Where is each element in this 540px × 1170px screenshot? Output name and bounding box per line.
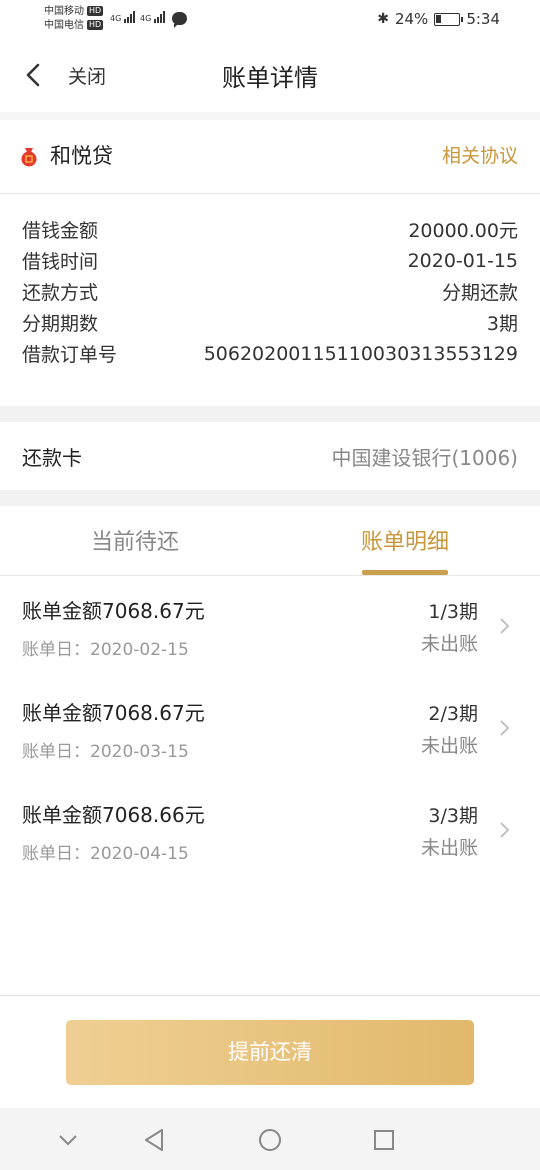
header: 关闭 账单详情 [0,40,540,112]
related-agreement-link[interactable]: 相关协议 [442,141,518,168]
tab-bar: 当前待还 账单明细 [0,506,540,576]
carrier-info: 中国移动 HD 中国电信 HD [44,5,104,33]
info-value: 2020-01-15 [407,249,518,272]
info-value: 分期还款 [441,282,518,304]
list-item[interactable]: 账单金额7068.67元 账单日：2020-03-15 2/3期 未出账 [0,679,540,781]
divider [0,490,540,506]
money-bag-icon [21,148,37,167]
card-value: 中国建设银行(1006) [331,446,518,470]
info-value: 50620200115110030313553129 [203,342,518,365]
hd-badge-1: HD [87,6,104,16]
clock: 5:34 [466,10,500,28]
home-circle-icon[interactable] [256,1126,284,1154]
battery-icon [434,12,464,26]
network-type-2: 4G [140,14,152,23]
signal-icon-2: 4G [140,11,166,23]
bill-list: 账单金额7068.67元 账单日：2020-02-15 1/3期 未出账 账单金… [0,577,540,883]
list-item[interactable]: 账单金额7068.67元 账单日：2020-02-15 1/3期 未出账 [0,577,540,679]
bill-period: 2/3期 [428,703,478,725]
info-label: 还款方式 [22,282,99,304]
hd-badge-2: HD [87,20,104,30]
early-payoff-button[interactable]: 提前还清 [66,1020,474,1085]
info-row-method: 还款方式 分期还款 [0,276,540,307]
product-name: 和悦贷 [50,144,113,168]
bill-date: 账单日：2020-03-15 [22,742,189,762]
info-row-periods: 分期期数 3期 [0,307,540,338]
card-label: 还款卡 [22,446,82,470]
chevron-right-icon [500,618,510,634]
tab-current-due[interactable]: 当前待还 [0,524,270,556]
bottom-action-area: 提前还清 [0,995,540,1108]
status-bar: 中国移动 HD 中国电信 HD 4G 4G ✱ 24% 5:34 [0,0,540,40]
signal-icon-1: 4G [110,11,136,23]
repayment-card-row[interactable]: 还款卡 中国建设银行(1006) [0,422,540,490]
bill-status: 未出账 [420,837,478,859]
active-tab-indicator [362,570,448,575]
carrier-1: 中国移动 [44,6,84,17]
bill-date: 账单日：2020-04-15 [22,844,189,864]
recents-square-icon[interactable] [370,1126,398,1154]
chevron-down-icon[interactable] [54,1126,82,1154]
chevron-right-icon [500,720,510,736]
chevron-right-icon [500,822,510,838]
info-label: 借钱时间 [22,251,99,273]
info-value: 20000.00元 [408,220,518,242]
info-label: 借钱金额 [22,220,99,242]
divider [0,406,540,422]
network-type-1: 4G [110,14,122,23]
info-value: 3期 [486,313,518,335]
info-row-date: 借钱时间 2020-01-15 [0,245,540,276]
info-row-order-no: 借款订单号 50620200115110030313553129 [0,338,540,369]
back-triangle-icon[interactable] [140,1126,168,1154]
info-label: 借款订单号 [22,344,118,366]
bill-period: 1/3期 [428,601,478,623]
bill-status: 未出账 [420,735,478,757]
bluetooth-icon: ✱ [377,11,389,27]
info-row-amount: 借钱金额 20000.00元 [0,214,540,245]
bill-amount: 账单金额7068.66元 [22,803,205,827]
bill-period: 3/3期 [428,805,478,827]
loan-info: 借钱金额 20000.00元 借钱时间 2020-01-15 还款方式 分期还款… [0,194,540,406]
page-title: 账单详情 [222,64,318,92]
product-row: 和悦贷 相关协议 [0,120,540,194]
bill-amount: 账单金额7068.67元 [22,701,205,725]
list-item[interactable]: 账单金额7068.66元 账单日：2020-04-15 3/3期 未出账 [0,781,540,883]
status-right: ✱ 24% 5:34 [377,10,500,28]
tab-bill-detail[interactable]: 账单明细 [270,524,540,556]
battery-percent: 24% [394,10,429,28]
system-nav-bar [0,1108,540,1170]
message-icon [172,12,187,28]
divider [0,112,540,120]
carrier-2: 中国电信 [44,20,84,31]
bill-amount: 账单金额7068.67元 [22,599,205,623]
bill-status: 未出账 [420,633,478,655]
bill-date: 账单日：2020-02-15 [22,640,189,660]
info-label: 分期期数 [22,313,99,335]
